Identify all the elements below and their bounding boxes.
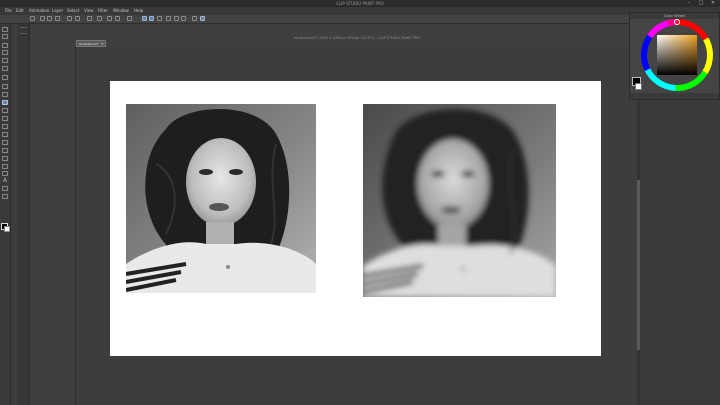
background-color-swatch[interactable] xyxy=(4,226,10,232)
airbrush-tool-icon[interactable] xyxy=(2,108,8,113)
tab-document[interactable]: Illustration2* ✕ xyxy=(76,40,106,47)
crop-icon[interactable] xyxy=(127,16,132,21)
show-selection-icon[interactable] xyxy=(200,16,205,21)
menu-select[interactable]: Select xyxy=(67,7,79,15)
pencil-tool-icon[interactable] xyxy=(2,92,8,97)
close-tab-icon[interactable]: ✕ xyxy=(101,41,104,47)
eraser-tool-icon[interactable] xyxy=(2,124,8,129)
print-icon[interactable] xyxy=(55,16,60,21)
document-tab-label: Illustration2* xyxy=(79,42,99,46)
fill-tool-icon[interactable] xyxy=(2,140,8,145)
menu-file[interactable]: File xyxy=(5,7,12,15)
sub-tool-strip xyxy=(18,24,30,405)
minimize-icon[interactable]: – xyxy=(686,1,692,6)
snap-grid-icon[interactable] xyxy=(149,16,154,21)
move-layer-tool-icon[interactable] xyxy=(2,50,8,55)
paste-icon[interactable] xyxy=(115,16,120,21)
menu-window[interactable]: Window xyxy=(113,7,129,15)
portrait-blurred-image xyxy=(363,104,556,297)
operation-tool-icon[interactable] xyxy=(2,43,8,48)
auto-select-tool-icon[interactable] xyxy=(2,66,8,71)
blend-tool-icon[interactable] xyxy=(2,132,8,137)
open-file-icon[interactable] xyxy=(40,16,45,21)
menu-help[interactable]: Help xyxy=(134,7,143,15)
undo-icon[interactable] xyxy=(67,16,72,21)
portrait-sharp-image xyxy=(126,104,316,293)
menu-edit[interactable]: Edit xyxy=(16,7,24,15)
figure-tool-icon[interactable] xyxy=(2,156,8,161)
decoration-tool-icon[interactable] xyxy=(2,116,8,121)
command-bar xyxy=(0,15,720,24)
clear-icon[interactable] xyxy=(87,16,92,21)
title-bar: CLIP STUDIO PAINT PRO – □ ✕ xyxy=(0,0,720,7)
menu-view[interactable]: View xyxy=(84,7,94,15)
photo-sharp[interactable] xyxy=(126,104,316,293)
gradient-tool-icon[interactable] xyxy=(2,148,8,153)
selection-icon[interactable] xyxy=(174,16,179,21)
color-wheel[interactable] xyxy=(630,19,719,93)
snap-icon[interactable] xyxy=(157,16,162,21)
ruler-tool-icon[interactable] xyxy=(2,171,8,176)
frame-tool-icon[interactable] xyxy=(2,164,8,169)
save-icon[interactable] xyxy=(47,16,52,21)
document-title: Illustration2* (1920 x 1080px 350dpi 100… xyxy=(294,36,420,40)
move-tool-icon[interactable] xyxy=(2,34,8,39)
invert-selection-icon[interactable] xyxy=(192,16,197,21)
correct-line-tool-icon[interactable] xyxy=(2,194,8,199)
text-tool-icon[interactable]: A xyxy=(2,178,8,184)
eyedropper-tool-icon[interactable] xyxy=(2,75,8,80)
maximize-icon[interactable]: □ xyxy=(698,1,704,6)
menu-bar: File Edit Animation Layer Select View Fi… xyxy=(0,7,720,15)
zoom-tool-icon[interactable] xyxy=(2,27,8,32)
close-icon[interactable]: ✕ xyxy=(710,1,716,6)
background-color[interactable] xyxy=(635,83,642,90)
color-wheel-panel: Color Wheel xyxy=(629,12,720,100)
menu-layer[interactable]: Layer xyxy=(52,7,63,15)
redo-icon[interactable] xyxy=(75,16,80,21)
color-panel-footer xyxy=(630,93,719,99)
menu-animation[interactable]: Animation xyxy=(29,7,49,15)
photo-blurred[interactable] xyxy=(363,104,556,297)
rotate-icon[interactable] xyxy=(166,16,171,21)
copy-icon[interactable] xyxy=(107,16,112,21)
deselect-icon[interactable] xyxy=(181,16,186,21)
right-dock xyxy=(640,100,720,405)
brush-tool-icon[interactable] xyxy=(2,100,8,105)
new-file-icon[interactable] xyxy=(30,16,35,21)
transform-icon[interactable] xyxy=(97,16,102,21)
app-title: CLIP STUDIO PAINT PRO xyxy=(336,1,384,6)
balloon-tool-icon[interactable] xyxy=(2,186,8,191)
pen-tool-icon[interactable] xyxy=(2,84,8,89)
menu-filter[interactable]: Filter xyxy=(98,7,108,15)
snap-ruler-icon[interactable] xyxy=(142,16,147,21)
selection-tool-icon[interactable] xyxy=(2,58,8,63)
tool-palette: A xyxy=(0,24,11,405)
